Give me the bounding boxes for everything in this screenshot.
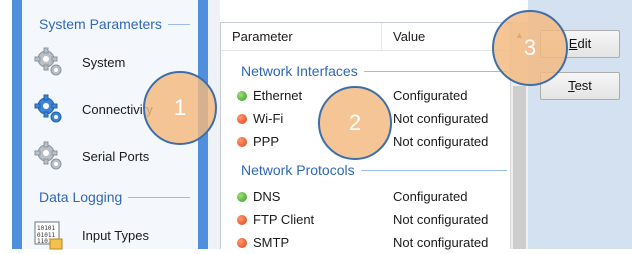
list-header: Parameter Value — [221, 23, 527, 51]
group-title: Network Interfaces — [241, 63, 358, 79]
list-row-ftp-client[interactable]: FTP Client Not configurated — [221, 209, 511, 231]
parameter-name: FTP Client — [253, 212, 315, 227]
sidebar-item-label: Input Types — [82, 227, 149, 243]
parameter-name: Wi-Fi — [253, 111, 284, 126]
svg-text:10101: 10101 — [37, 225, 55, 232]
status-red-icon — [237, 215, 247, 225]
sidebar-item-input-types[interactable]: 10101 01011 11010 Input Types — [32, 218, 192, 252]
parameter-value: Configurated — [393, 189, 468, 204]
parameter-value: Not configurated — [393, 111, 489, 126]
column-separator[interactable] — [381, 23, 382, 51]
parameter-name: PPP — [253, 134, 280, 149]
parameter-value: Not configurated — [393, 212, 489, 227]
group-title: Network Protocols — [241, 162, 355, 178]
sidebar-item-label: System — [82, 54, 126, 70]
divider — [167, 23, 190, 25]
group-header-network-protocols: Network Protocols — [221, 160, 521, 180]
sidebar-item-serial-ports[interactable]: Serial Ports — [32, 139, 192, 173]
column-header-parameter[interactable]: Parameter — [232, 29, 293, 44]
list-row-dns[interactable]: DNS Configurated — [221, 186, 511, 208]
test-button-label-rest: est — [574, 78, 592, 93]
scrollbar-thumb[interactable] — [513, 86, 526, 249]
parameter-name: SMTP — [253, 235, 290, 250]
divider — [128, 196, 190, 198]
callout-badge-2: 2 — [318, 86, 392, 160]
section-title: Data Logging — [39, 189, 123, 205]
binary-data-icon: 10101 01011 11010 — [32, 218, 68, 252]
parameter-value: Not configurated — [393, 134, 489, 149]
edit-button-label-rest: dit — [577, 36, 592, 51]
parameter-name: Ethernet — [253, 88, 303, 103]
status-red-icon — [237, 238, 247, 248]
callout-badge-1: 1 — [143, 71, 217, 145]
section-header-system-parameters: System Parameters — [22, 14, 198, 34]
section-title: System Parameters — [39, 16, 162, 32]
parameter-value: Not configurated — [393, 235, 489, 250]
status-red-icon — [237, 114, 247, 124]
callout-badge-3: 3 — [492, 10, 568, 86]
parameter-value: Configurated — [393, 88, 468, 103]
gear-icon — [32, 139, 68, 173]
parameter-name: DNS — [253, 189, 281, 204]
column-header-value[interactable]: Value — [393, 29, 425, 44]
gear-icon — [32, 45, 68, 79]
divider — [360, 169, 507, 171]
status-green-icon — [237, 192, 247, 202]
list-row-smtp[interactable]: SMTP Not configurated — [221, 232, 511, 254]
status-red-icon — [237, 137, 247, 147]
status-green-icon — [237, 91, 247, 101]
sidebar-item-label: Serial Ports — [82, 148, 150, 164]
section-header-data-logging: Data Logging — [22, 187, 198, 207]
gear-icon — [32, 92, 68, 126]
group-header-network-interfaces: Network Interfaces — [221, 61, 521, 81]
divider — [363, 70, 507, 72]
